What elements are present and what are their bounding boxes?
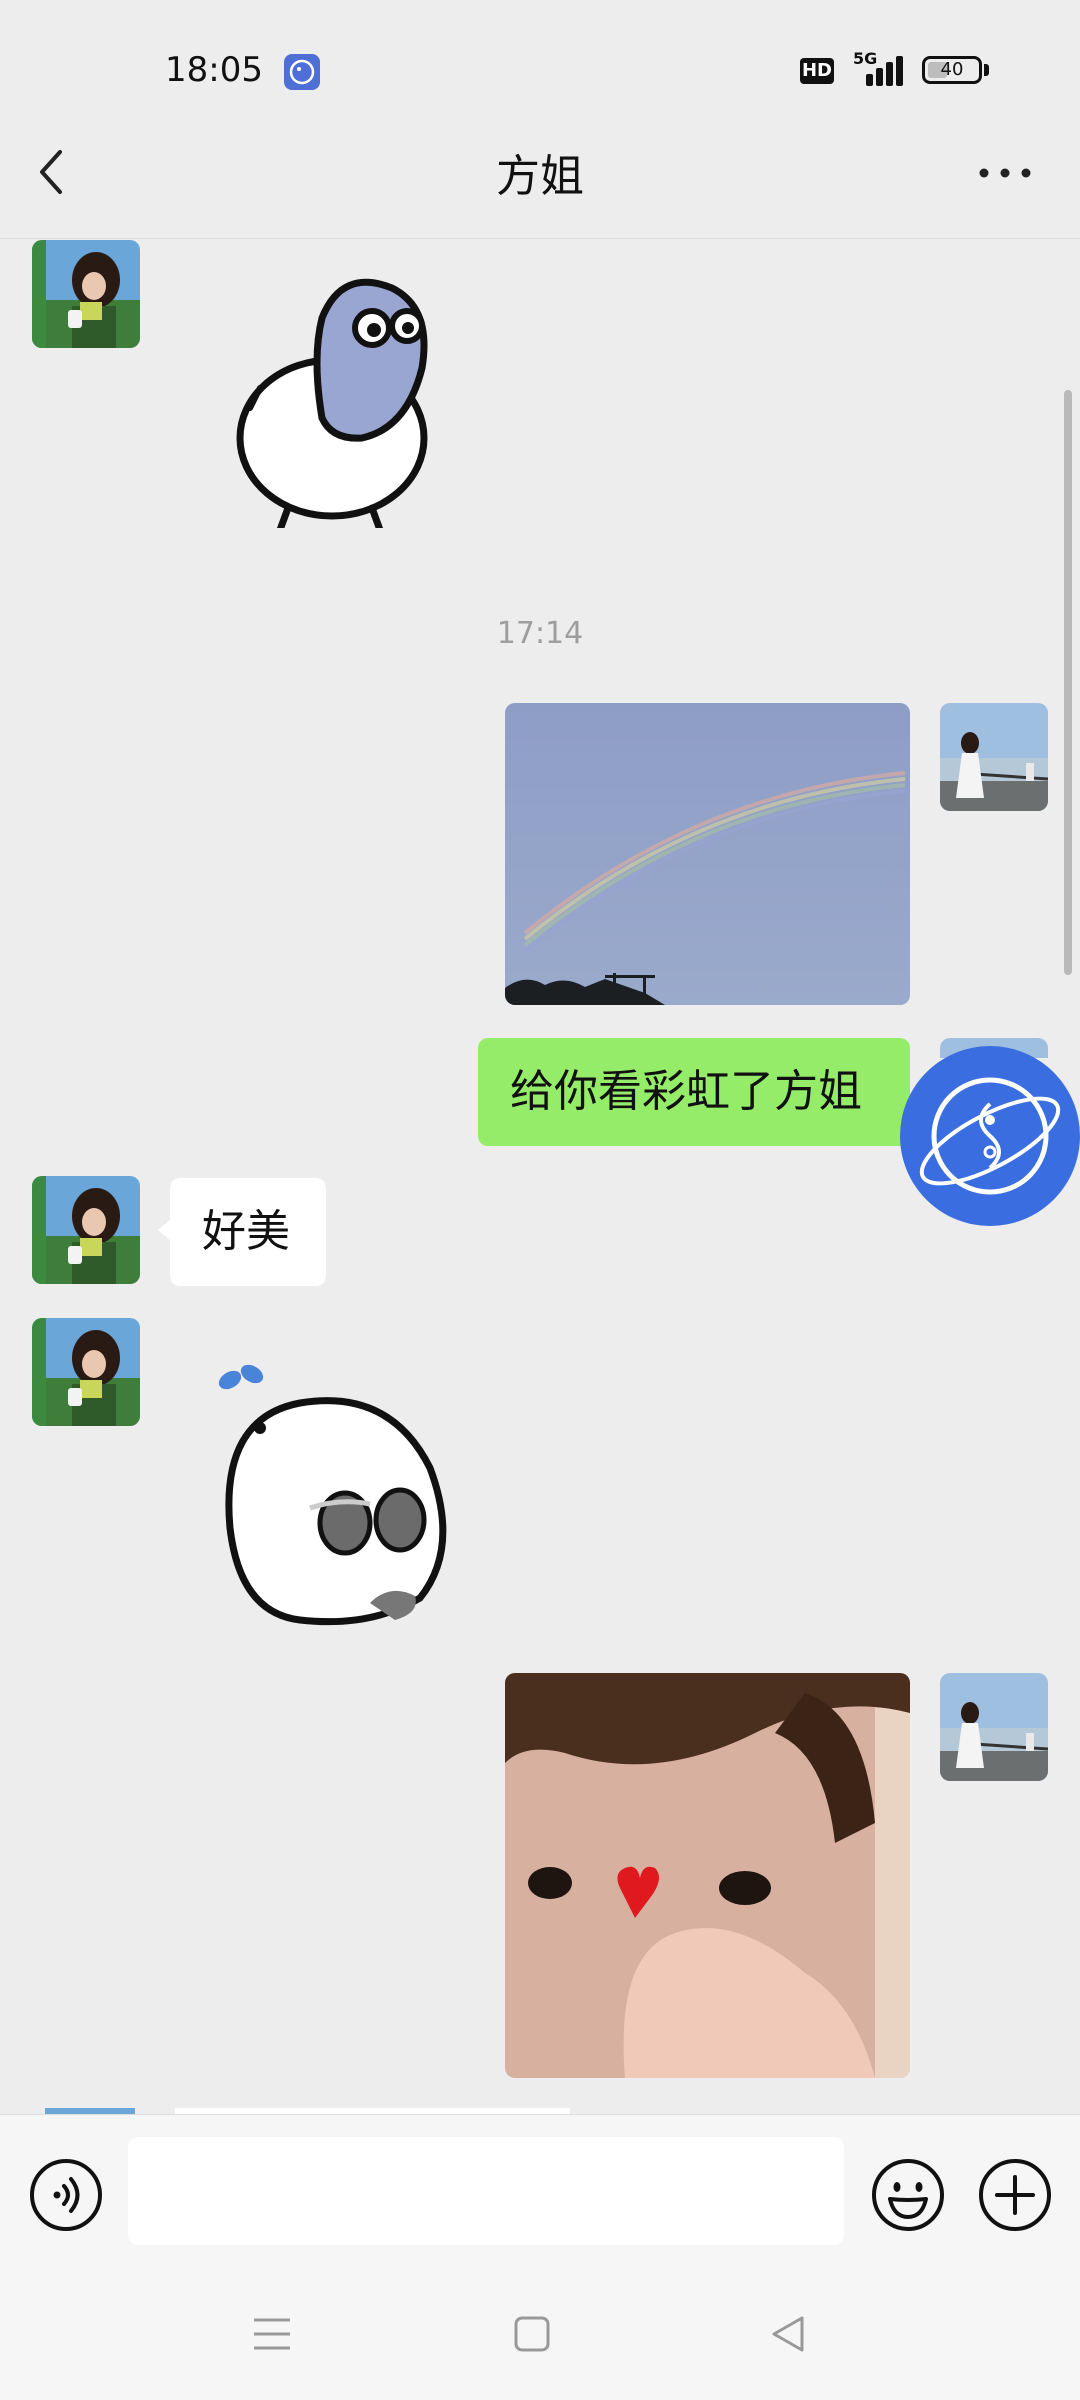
chat-title: 方姐 bbox=[496, 151, 584, 202]
floating-assistant-icon[interactable] bbox=[900, 1046, 1080, 1226]
chevron-left-icon[interactable] bbox=[30, 142, 90, 202]
self-avatar[interactable] bbox=[940, 1673, 1048, 1781]
message-input-bar bbox=[0, 2114, 1080, 2275]
message-text: 好美 bbox=[202, 1206, 290, 1257]
chat-scrollbar[interactable] bbox=[1064, 390, 1072, 975]
menu-icon[interactable] bbox=[252, 2314, 292, 2354]
rainbow-photo[interactable] bbox=[505, 703, 910, 1005]
outgoing-text-bubble[interactable]: 给你看彩虹了方姐 bbox=[478, 1038, 910, 1146]
self-avatar[interactable] bbox=[940, 703, 1048, 811]
status-time: 18:05 bbox=[165, 50, 263, 90]
battery-level-text: 40 bbox=[940, 59, 964, 80]
emoji-icon[interactable] bbox=[870, 2157, 946, 2233]
home-icon[interactable] bbox=[512, 2314, 552, 2354]
message-input[interactable] bbox=[128, 2137, 844, 2245]
more-dots-icon[interactable] bbox=[970, 148, 1040, 198]
battery-icon: 40 bbox=[922, 56, 982, 84]
incoming-text-bubble[interactable]: 好美 bbox=[170, 1178, 326, 1286]
signal-icon bbox=[866, 56, 906, 86]
chat-header: 方姐 bbox=[0, 110, 1080, 239]
blob-sticker[interactable] bbox=[210, 1358, 470, 1633]
voice-icon[interactable] bbox=[28, 2157, 104, 2233]
bird-sticker[interactable] bbox=[232, 268, 462, 534]
plus-icon[interactable] bbox=[977, 2157, 1053, 2233]
system-navigation-bar bbox=[0, 2274, 1080, 2400]
contact-avatar[interactable] bbox=[32, 1176, 140, 1284]
message-timestamp: 17:14 bbox=[496, 616, 584, 651]
battery-tip bbox=[984, 64, 989, 76]
hd-icon: HD bbox=[800, 58, 834, 84]
contact-avatar[interactable] bbox=[32, 240, 140, 348]
message-text: 给你看彩虹了方姐 bbox=[510, 1066, 862, 1117]
baby-photo[interactable] bbox=[505, 1673, 910, 2078]
back-triangle-icon[interactable] bbox=[768, 2314, 808, 2354]
app-notification-icon bbox=[284, 54, 320, 90]
contact-avatar[interactable] bbox=[32, 1318, 140, 1426]
